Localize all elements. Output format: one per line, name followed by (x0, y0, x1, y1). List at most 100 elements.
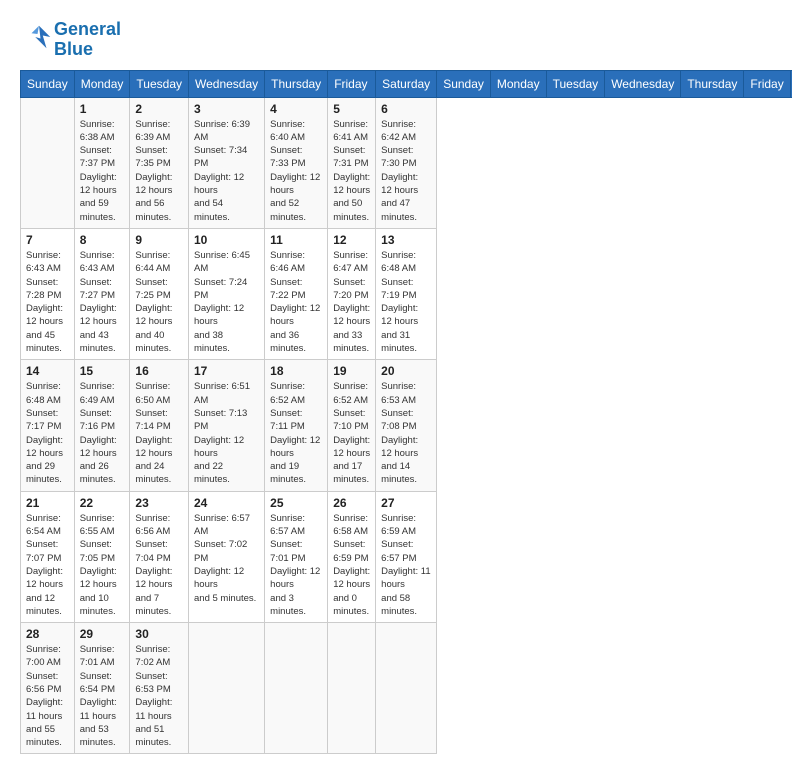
day-info: Sunrise: 6:47 AM Sunset: 7:20 PM Dayligh… (333, 249, 370, 355)
day-number: 22 (80, 496, 125, 510)
day-number: 10 (194, 233, 259, 247)
day-number: 20 (381, 364, 431, 378)
day-info: Sunrise: 6:57 AM Sunset: 7:02 PM Dayligh… (194, 512, 259, 605)
calendar-cell: 29 Sunrise: 7:01 AM Sunset: 6:54 PM Dayli… (74, 623, 130, 754)
calendar-cell: 23 Sunrise: 6:56 AM Sunset: 7:04 PM Dayli… (130, 491, 189, 622)
weekday-header: Wednesday (189, 70, 265, 97)
day-number: 24 (194, 496, 259, 510)
calendar-cell: 7 Sunrise: 6:43 AM Sunset: 7:28 PM Daylig… (21, 228, 75, 359)
calendar-cell: 5 Sunrise: 6:41 AM Sunset: 7:31 PM Daylig… (328, 97, 376, 228)
calendar-cell: 2 Sunrise: 6:39 AM Sunset: 7:35 PM Daylig… (130, 97, 189, 228)
calendar-cell: 11 Sunrise: 6:46 AM Sunset: 7:22 PM Dayli… (265, 228, 328, 359)
calendar-cell: 3 Sunrise: 6:39 AM Sunset: 7:34 PM Daylig… (189, 97, 265, 228)
day-info: Sunrise: 6:39 AM Sunset: 7:34 PM Dayligh… (194, 118, 259, 224)
day-info: Sunrise: 6:43 AM Sunset: 7:27 PM Dayligh… (80, 249, 125, 355)
day-info: Sunrise: 6:46 AM Sunset: 7:22 PM Dayligh… (270, 249, 322, 355)
day-info: Sunrise: 6:40 AM Sunset: 7:33 PM Dayligh… (270, 118, 322, 224)
calendar-cell: 14 Sunrise: 6:48 AM Sunset: 7:17 PM Dayli… (21, 360, 75, 491)
weekday-header: Friday (328, 70, 376, 97)
day-number: 14 (26, 364, 69, 378)
day-info: Sunrise: 6:42 AM Sunset: 7:30 PM Dayligh… (381, 118, 431, 224)
weekday-header: Saturday (376, 70, 437, 97)
calendar-cell: 12 Sunrise: 6:47 AM Sunset: 7:20 PM Dayli… (328, 228, 376, 359)
day-number: 18 (270, 364, 322, 378)
calendar-cell: 27Sunrise: 6:59 AM Sunset: 6:57 PM Dayli… (376, 491, 437, 622)
calendar-cell: 17 Sunrise: 6:51 AM Sunset: 7:13 PM Dayli… (189, 360, 265, 491)
weekday-header: Sunday (21, 70, 75, 97)
calendar-cell: 30 Sunrise: 7:02 AM Sunset: 6:53 PM Dayli… (130, 623, 189, 754)
day-number: 9 (135, 233, 183, 247)
calendar-cell: 21 Sunrise: 6:54 AM Sunset: 7:07 PM Dayli… (21, 491, 75, 622)
day-number: 21 (26, 496, 69, 510)
calendar-cell: 4 Sunrise: 6:40 AM Sunset: 7:33 PM Daylig… (265, 97, 328, 228)
day-info: Sunrise: 6:48 AM Sunset: 7:17 PM Dayligh… (26, 380, 69, 486)
calendar-cell: 9Sunrise: 6:44 AM Sunset: 7:25 PM Daylig… (130, 228, 189, 359)
day-number: 30 (135, 627, 183, 641)
calendar-cell: 19Sunrise: 6:52 AM Sunset: 7:10 PM Dayli… (328, 360, 376, 491)
day-number: 12 (333, 233, 370, 247)
day-number: 4 (270, 102, 322, 116)
day-number: 19 (333, 364, 370, 378)
weekday-header: Friday (744, 70, 790, 97)
calendar-cell (21, 97, 75, 228)
weekday-header: Wednesday (605, 70, 681, 97)
day-number: 11 (270, 233, 322, 247)
day-number: 26 (333, 496, 370, 510)
logo: General Blue (20, 20, 121, 60)
calendar-cell: 6 Sunrise: 6:42 AM Sunset: 7:30 PM Daylig… (376, 97, 437, 228)
day-number: 29 (80, 627, 125, 641)
day-info: Sunrise: 6:52 AM Sunset: 7:11 PM Dayligh… (270, 380, 322, 486)
calendar-cell (265, 623, 328, 754)
day-info: Sunrise: 7:02 AM Sunset: 6:53 PM Dayligh… (135, 643, 183, 749)
day-info: Sunrise: 6:43 AM Sunset: 7:28 PM Dayligh… (26, 249, 69, 355)
day-info: Sunrise: 6:38 AM Sunset: 7:37 PM Dayligh… (80, 118, 125, 224)
calendar-cell: 16 Sunrise: 6:50 AM Sunset: 7:14 PM Dayli… (130, 360, 189, 491)
weekday-header: Thursday (681, 70, 744, 97)
calendar-week-row: 28Sunrise: 7:00 AM Sunset: 6:56 PM Dayli… (21, 623, 792, 754)
day-info: Sunrise: 6:55 AM Sunset: 7:05 PM Dayligh… (80, 512, 125, 618)
calendar-cell: 13Sunrise: 6:48 AM Sunset: 7:19 PM Dayli… (376, 228, 437, 359)
weekday-header: Monday (490, 70, 546, 97)
calendar-cell: 26 Sunrise: 6:58 AM Sunset: 6:59 PM Dayli… (328, 491, 376, 622)
day-number: 16 (135, 364, 183, 378)
weekday-header: Tuesday (130, 70, 189, 97)
calendar-cell: 25Sunrise: 6:57 AM Sunset: 7:01 PM Dayli… (265, 491, 328, 622)
calendar-cell (328, 623, 376, 754)
day-info: Sunrise: 6:41 AM Sunset: 7:31 PM Dayligh… (333, 118, 370, 224)
day-number: 7 (26, 233, 69, 247)
calendar-week-row: 7 Sunrise: 6:43 AM Sunset: 7:28 PM Daylig… (21, 228, 792, 359)
calendar-week-row: 1Sunrise: 6:38 AM Sunset: 7:37 PM Daylig… (21, 97, 792, 228)
day-info: Sunrise: 6:49 AM Sunset: 7:16 PM Dayligh… (80, 380, 125, 486)
calendar-table: SundayMondayTuesdayWednesdayThursdayFrid… (20, 70, 792, 755)
calendar-cell: 15 Sunrise: 6:49 AM Sunset: 7:16 PM Dayli… (74, 360, 130, 491)
calendar-cell (189, 623, 265, 754)
logo-text: General Blue (54, 20, 121, 60)
calendar-cell: 24 Sunrise: 6:57 AM Sunset: 7:02 PM Dayli… (189, 491, 265, 622)
day-number: 23 (135, 496, 183, 510)
day-info: Sunrise: 6:58 AM Sunset: 6:59 PM Dayligh… (333, 512, 370, 618)
day-number: 6 (381, 102, 431, 116)
day-info: Sunrise: 6:53 AM Sunset: 7:08 PM Dayligh… (381, 380, 431, 486)
day-number: 5 (333, 102, 370, 116)
day-info: Sunrise: 7:01 AM Sunset: 6:54 PM Dayligh… (80, 643, 125, 749)
day-info: Sunrise: 6:54 AM Sunset: 7:07 PM Dayligh… (26, 512, 69, 618)
day-number: 2 (135, 102, 183, 116)
calendar-cell: 20 Sunrise: 6:53 AM Sunset: 7:08 PM Dayli… (376, 360, 437, 491)
weekday-header: Monday (74, 70, 130, 97)
day-number: 17 (194, 364, 259, 378)
weekday-header: Thursday (265, 70, 328, 97)
day-info: Sunrise: 6:50 AM Sunset: 7:14 PM Dayligh… (135, 380, 183, 486)
calendar-cell: 22 Sunrise: 6:55 AM Sunset: 7:05 PM Dayli… (74, 491, 130, 622)
day-info: Sunrise: 6:51 AM Sunset: 7:13 PM Dayligh… (194, 380, 259, 486)
calendar-header-row: SundayMondayTuesdayWednesdayThursdayFrid… (21, 70, 792, 97)
day-number: 3 (194, 102, 259, 116)
calendar-cell: 1Sunrise: 6:38 AM Sunset: 7:37 PM Daylig… (74, 97, 130, 228)
calendar-cell: 28Sunrise: 7:00 AM Sunset: 6:56 PM Dayli… (21, 623, 75, 754)
calendar-week-row: 21 Sunrise: 6:54 AM Sunset: 7:07 PM Dayli… (21, 491, 792, 622)
day-number: 15 (80, 364, 125, 378)
day-info: Sunrise: 6:48 AM Sunset: 7:19 PM Dayligh… (381, 249, 431, 355)
day-info: Sunrise: 6:56 AM Sunset: 7:04 PM Dayligh… (135, 512, 183, 618)
day-info: Sunrise: 6:39 AM Sunset: 7:35 PM Dayligh… (135, 118, 183, 224)
day-info: Sunrise: 6:45 AM Sunset: 7:24 PM Dayligh… (194, 249, 259, 355)
weekday-header: Sunday (437, 70, 491, 97)
